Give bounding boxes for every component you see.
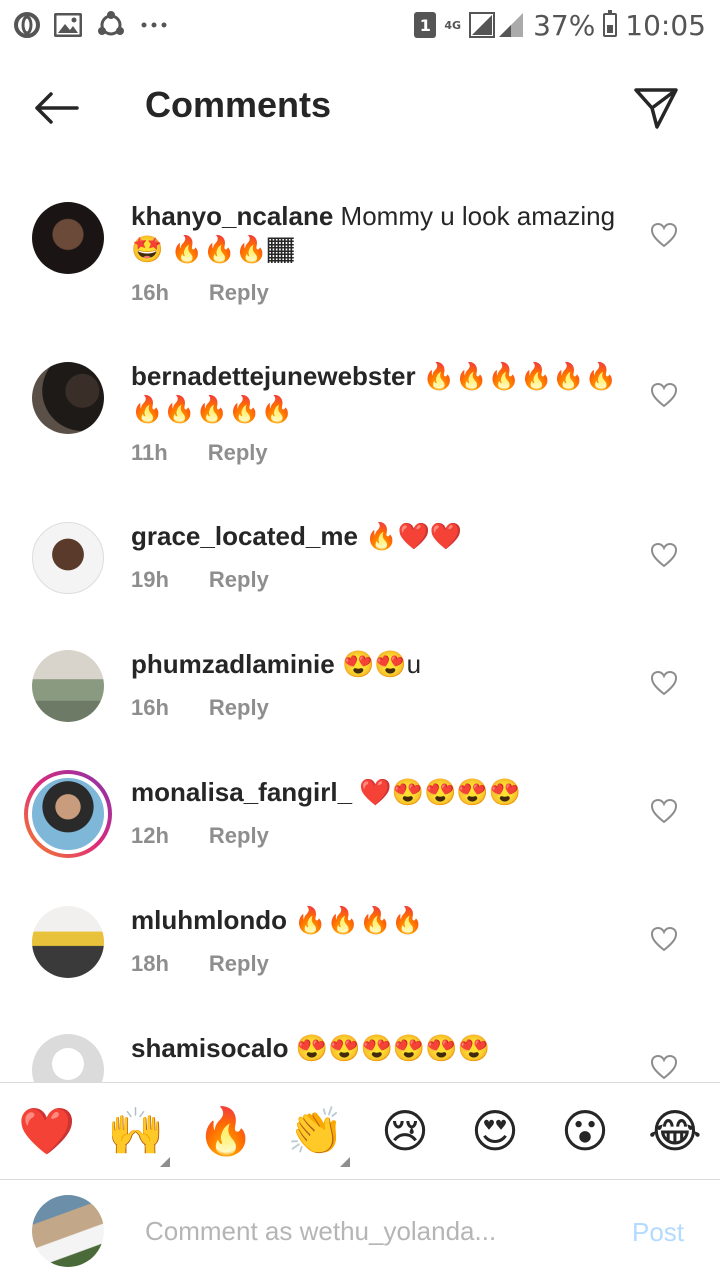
sim-badge: 1 <box>414 12 437 38</box>
comment-body: 😍😍u <box>341 649 422 679</box>
comment-text: grace_located_me 🔥❤️❤️ <box>131 520 631 553</box>
reply-button[interactable]: Reply <box>209 951 269 977</box>
comment-text: monalisa_fangirl_ ❤️😍😍😍😍 <box>131 776 631 809</box>
header: Comments <box>0 60 720 156</box>
emoji-fire-button[interactable]: 🔥 <box>197 1103 254 1159</box>
reply-button[interactable]: Reply <box>208 440 268 466</box>
clock: 10:05 <box>625 8 706 42</box>
emoji-surprised-button[interactable]: 😮 <box>557 1103 613 1159</box>
comment-text: khanyo_ncalane Mommy u look amazing 🤩 🔥🔥… <box>131 200 631 266</box>
emoji-crying-button[interactable]: 😢 <box>377 1103 433 1159</box>
default-avatar-icon <box>52 1048 84 1080</box>
comment-username[interactable]: grace_located_me <box>131 521 358 551</box>
skin-tone-indicator <box>340 1157 350 1167</box>
comment-meta: 16h Reply <box>131 280 269 306</box>
comment-meta: 11h Reply <box>131 440 268 466</box>
emoji-heart-button[interactable]: ❤️ <box>18 1103 75 1159</box>
comment-time: 16h <box>131 695 169 720</box>
comment-text: bernadettejunewebster 🔥🔥🔥🔥🔥🔥🔥🔥🔥🔥🔥 <box>131 360 631 426</box>
comment-body: 🔥❤️❤️ <box>365 521 463 551</box>
post-button[interactable]: Post <box>632 1217 684 1248</box>
comment-time: 18h <box>131 951 169 976</box>
avatar[interactable] <box>32 650 104 722</box>
status-bar-left <box>14 11 168 39</box>
comment-meta: 18h Reply <box>131 951 269 977</box>
reply-button[interactable]: Reply <box>209 280 269 306</box>
comment-meta: 12h Reply <box>131 823 269 849</box>
avatar-story-ring[interactable] <box>24 770 112 858</box>
comment-username[interactable]: shamisocalo <box>131 1033 289 1063</box>
comment-text: mluhmlondo 🔥🔥🔥🔥 <box>131 904 631 937</box>
comment-text: phumzadlaminie 😍😍u <box>131 648 631 681</box>
heart-outline-icon[interactable] <box>650 798 678 824</box>
paper-plane-icon <box>634 88 678 129</box>
page-title: Comments <box>145 84 332 125</box>
comment-time: 16h <box>131 280 169 305</box>
heart-outline-icon[interactable] <box>650 542 678 568</box>
gallery-icon <box>54 13 82 37</box>
opera-icon <box>14 12 40 38</box>
comment-meta: 16h Reply <box>131 695 269 721</box>
more-dots-icon <box>140 21 168 29</box>
signal-icon <box>469 11 525 39</box>
comment-text: shamisocalo 😍😍😍😍😍😍 <box>131 1032 631 1065</box>
heart-outline-icon[interactable] <box>650 222 678 248</box>
comment-username[interactable]: monalisa_fangirl_ <box>131 777 352 807</box>
emoji-raised-hands-button[interactable]: 🙌 <box>107 1103 164 1159</box>
comment-body: ❤️😍😍😍😍 <box>359 777 522 807</box>
avatar <box>28 774 108 854</box>
avatar[interactable] <box>32 362 104 434</box>
skin-tone-indicator <box>160 1157 170 1167</box>
heart-outline-icon[interactable] <box>650 1054 678 1080</box>
comment-username[interactable]: bernadettejunewebster <box>131 361 416 391</box>
comment-composer: Post <box>0 1181 720 1280</box>
arrow-left-icon <box>35 92 79 124</box>
emoji-clap-button[interactable]: 👏 <box>287 1103 344 1159</box>
comment-list[interactable]: khanyo_ncalane Mommy u look amazing 🤩 🔥🔥… <box>0 180 720 1082</box>
back-button[interactable] <box>30 84 82 132</box>
comment-time: 11h <box>131 440 168 465</box>
comment-meta: 19h Reply <box>131 567 269 593</box>
reply-button[interactable]: Reply <box>209 695 269 721</box>
avatar[interactable] <box>32 522 104 594</box>
sync-icon <box>96 11 126 39</box>
comment-username[interactable]: khanyo_ncalane <box>131 201 333 231</box>
status-bar: 1 4G 37% 10:05 <box>0 0 720 50</box>
comment-username[interactable]: mluhmlondo <box>131 905 287 935</box>
comment-username[interactable]: phumzadlaminie <box>131 649 335 679</box>
avatar-placeholder[interactable] <box>32 1034 104 1082</box>
avatar[interactable] <box>32 906 104 978</box>
comment-time: 12h <box>131 823 169 848</box>
reply-button[interactable]: Reply <box>209 567 269 593</box>
reply-button[interactable]: Reply <box>209 823 269 849</box>
network-type: 4G <box>444 18 462 32</box>
emoji-laughing-button[interactable]: 😂 <box>647 1103 703 1159</box>
comment-time: 19h <box>131 567 169 592</box>
status-bar-right: 1 4G 37% 10:05 <box>414 9 706 42</box>
emoji-heart-eyes-button[interactable]: 😍 <box>467 1103 523 1159</box>
battery-icon <box>603 10 618 37</box>
heart-outline-icon[interactable] <box>650 382 678 408</box>
comment-body: 😍😍😍😍😍😍 <box>295 1033 490 1063</box>
emoji-quick-bar: ❤️ 🙌 🔥 👏 😢 😍 😮 😂 <box>0 1082 720 1180</box>
heart-outline-icon[interactable] <box>650 670 678 696</box>
battery-percent: 37% <box>533 8 596 42</box>
avatar[interactable] <box>32 202 104 274</box>
heart-outline-icon[interactable] <box>650 926 678 952</box>
share-button[interactable] <box>628 80 684 136</box>
comment-input[interactable] <box>145 1211 565 1251</box>
comment-body: 🔥🔥🔥🔥 <box>294 905 424 935</box>
current-user-avatar <box>32 1195 104 1267</box>
